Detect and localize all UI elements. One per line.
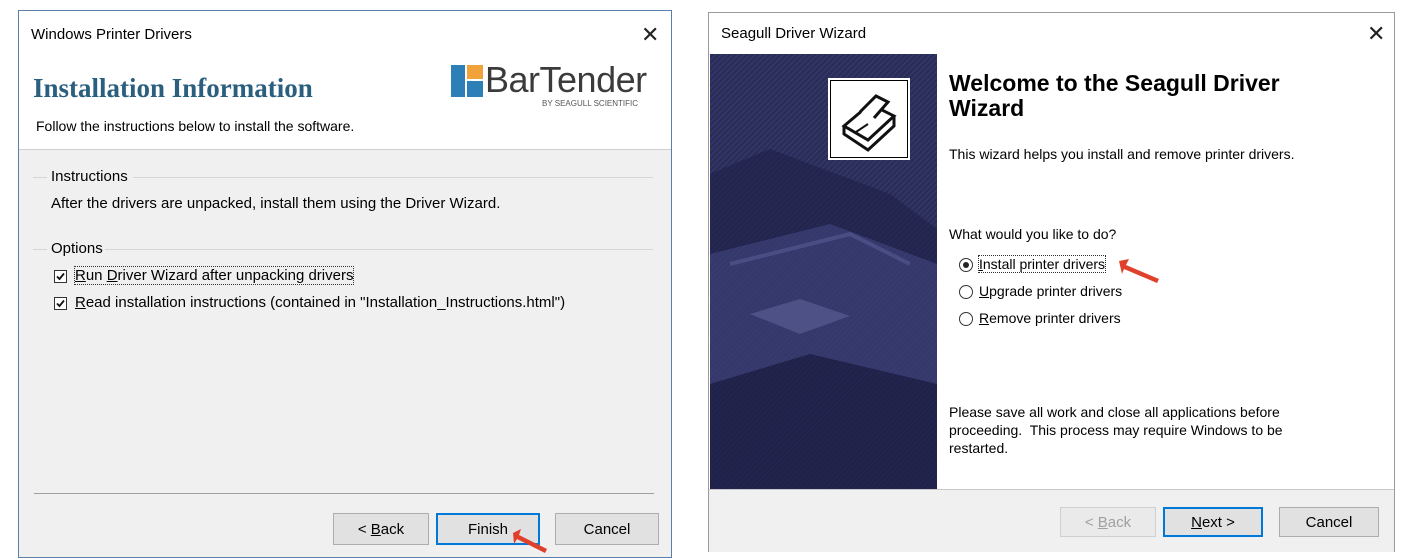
logo-wordmark: BarTender <box>485 59 647 100</box>
notice-line-3: restarted. <box>949 440 1009 456</box>
read-instructions-label[interactable]: Read installation instructions (containe… <box>75 294 565 311</box>
run-wizard-mnemonic: R <box>75 267 86 284</box>
cancel-button[interactable]: Cancel <box>1279 507 1379 537</box>
notice-line-2: proceeding. This process may require Win… <box>949 422 1283 438</box>
instructions-left-tick <box>33 177 47 178</box>
install-radio[interactable] <box>959 258 973 272</box>
install-label[interactable]: Install printer drivers <box>977 255 1107 273</box>
bartender-logo-icon <box>451 65 483 97</box>
window-title: Seagull Driver Wizard <box>721 25 867 42</box>
page-title: Installation Information <box>33 73 313 103</box>
bartender-logo: BarTender BY SEAGULL SCIENTIFIC <box>447 59 662 111</box>
printer-drivers-dialog: Windows Printer Drivers ✕ Installation I… <box>18 10 672 558</box>
notice-line-1: Please save all work and close all appli… <box>949 404 1280 420</box>
button-separator <box>34 493 654 494</box>
checkmark-icon <box>56 299 65 308</box>
window-title: Windows Printer Drivers <box>31 26 192 43</box>
annotation-arrow-icon <box>1119 259 1159 283</box>
read-instructions-checkbox[interactable] <box>54 297 67 310</box>
close-icon[interactable]: ✕ <box>641 24 659 46</box>
options-divider <box>105 249 653 250</box>
remove-label[interactable]: Remove printer drivers <box>979 310 1121 326</box>
run-wizard-label[interactable]: Run Driver Wizard after unpacking driver… <box>73 266 355 285</box>
upgrade-label[interactable]: Upgrade printer drivers <box>979 283 1122 299</box>
wizard-heading: Welcome to the Seagull Driver Wizard <box>949 70 1280 121</box>
remove-radio[interactable] <box>959 312 973 326</box>
options-left-tick <box>33 249 47 250</box>
driver-wizard-dialog: Seagull Driver Wizard ✕ Welcome to the S… <box>708 12 1395 552</box>
printer-icon <box>829 79 909 159</box>
instructions-divider <box>133 177 653 178</box>
logo-tagline: BY SEAGULL SCIENTIFIC <box>542 99 639 108</box>
page-subtitle: Follow the instructions below to install… <box>36 118 355 134</box>
annotation-arrow-icon <box>513 529 547 553</box>
printer-icon-box <box>828 78 910 160</box>
run-wizard-checkbox[interactable] <box>54 270 67 283</box>
checkmark-icon <box>56 272 65 281</box>
wizard-intro: This wizard helps you install and remove… <box>949 146 1295 162</box>
run-wizard-text: un Driver Wizard after unpacking drivers <box>85 267 354 284</box>
close-icon[interactable]: ✕ <box>1367 23 1385 45</box>
wizard-question: What would you like to do? <box>949 226 1117 242</box>
instructions-text: After the drivers are unpacked, install … <box>51 195 501 212</box>
instructions-group-label: Instructions <box>51 168 128 185</box>
next-button[interactable]: Next > <box>1163 507 1263 537</box>
upgrade-radio[interactable] <box>959 285 973 299</box>
options-group-label: Options <box>51 240 103 257</box>
wizard-notice: Please save all work and close all appli… <box>949 403 1283 457</box>
wizard-sidebar-image <box>710 54 937 489</box>
back-button[interactable]: < Back <box>1060 507 1156 537</box>
cancel-button[interactable]: Cancel <box>555 513 659 545</box>
back-button[interactable]: < Back <box>333 513 429 545</box>
